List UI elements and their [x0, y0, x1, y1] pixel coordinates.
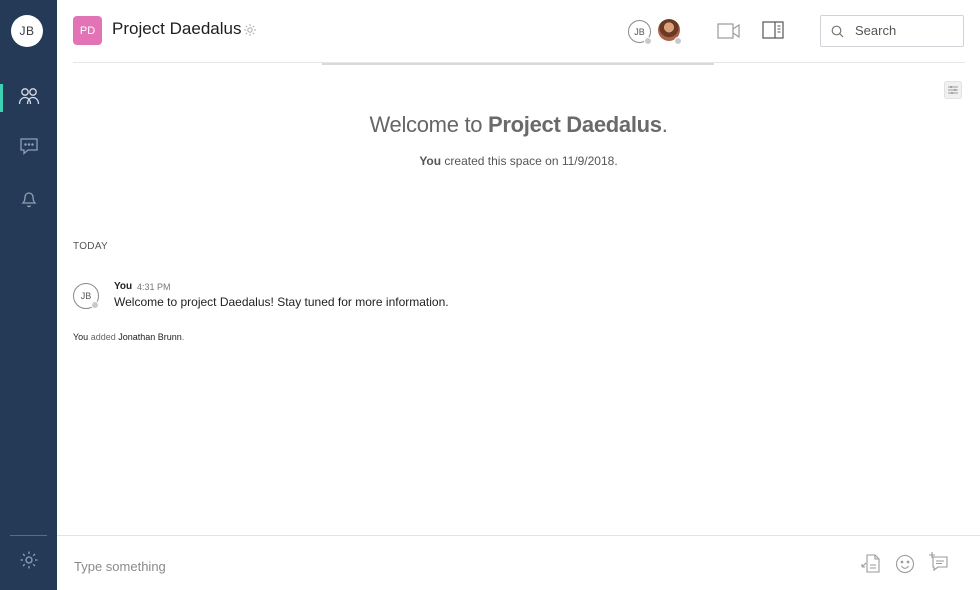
- space-title: Project Daedalus: [112, 19, 242, 38]
- side-panel-icon[interactable]: [762, 21, 784, 44]
- message-composer-input[interactable]: [74, 556, 674, 576]
- welcome-prefix: Welcome to: [369, 112, 489, 137]
- search-icon: [831, 25, 844, 43]
- space-created-note: You created this space on 11/9/2018.: [57, 154, 980, 168]
- system-note-actor: You: [73, 332, 89, 342]
- welcome-space-name: Project Daedalus: [488, 112, 662, 137]
- file-share-icon[interactable]: [861, 553, 881, 580]
- filter-icon[interactable]: [944, 81, 962, 104]
- message-text: Welcome to project Daedalus! Stay tuned …: [114, 295, 449, 309]
- video-call-icon[interactable]: [717, 22, 741, 45]
- system-note-end: .: [181, 332, 185, 342]
- presence-indicator: [674, 37, 682, 45]
- bell-icon: [19, 188, 39, 213]
- space-header: PD Project Daedalus JB: [57, 0, 980, 62]
- gear-icon: [19, 550, 39, 575]
- user-avatar[interactable]: JB: [11, 15, 43, 47]
- rich-text-icon[interactable]: [927, 551, 949, 578]
- space-badge: PD: [73, 16, 102, 45]
- presence-indicator: [644, 37, 652, 45]
- presence-indicator: [91, 301, 99, 309]
- space-settings-icon[interactable]: [243, 23, 257, 37]
- composer-divider: [57, 535, 980, 536]
- left-sidebar: JB: [0, 0, 57, 590]
- nav-notifications[interactable]: [0, 182, 57, 218]
- welcome-heading: Welcome to Project Daedalus.: [57, 112, 980, 138]
- people-icon: [18, 86, 40, 111]
- created-text: created this space on 11/9/2018.: [441, 154, 618, 168]
- system-note: You added Jonathan Brunn.: [73, 332, 184, 342]
- nav-spaces[interactable]: [0, 80, 57, 116]
- message-avatar-initials: JB: [80, 291, 92, 301]
- settings-button[interactable]: [0, 544, 57, 580]
- scroll-indicator: [322, 63, 714, 65]
- sidebar-divider: [10, 535, 47, 536]
- chat-bubble-icon: [19, 136, 39, 161]
- search-input[interactable]: [855, 17, 955, 43]
- search-box[interactable]: [820, 15, 964, 47]
- emoji-icon[interactable]: [895, 554, 915, 579]
- member-initials: JB: [634, 26, 645, 37]
- message-author[interactable]: You: [114, 281, 132, 292]
- creator-name: You: [419, 154, 442, 168]
- nav-messages[interactable]: [0, 130, 57, 166]
- day-separator: TODAY: [73, 241, 109, 252]
- system-note-target[interactable]: Jonathan Brunn: [118, 332, 182, 342]
- welcome-suffix: .: [661, 112, 668, 137]
- message-time: 4:31 PM: [137, 282, 171, 292]
- system-note-action: added: [88, 332, 119, 342]
